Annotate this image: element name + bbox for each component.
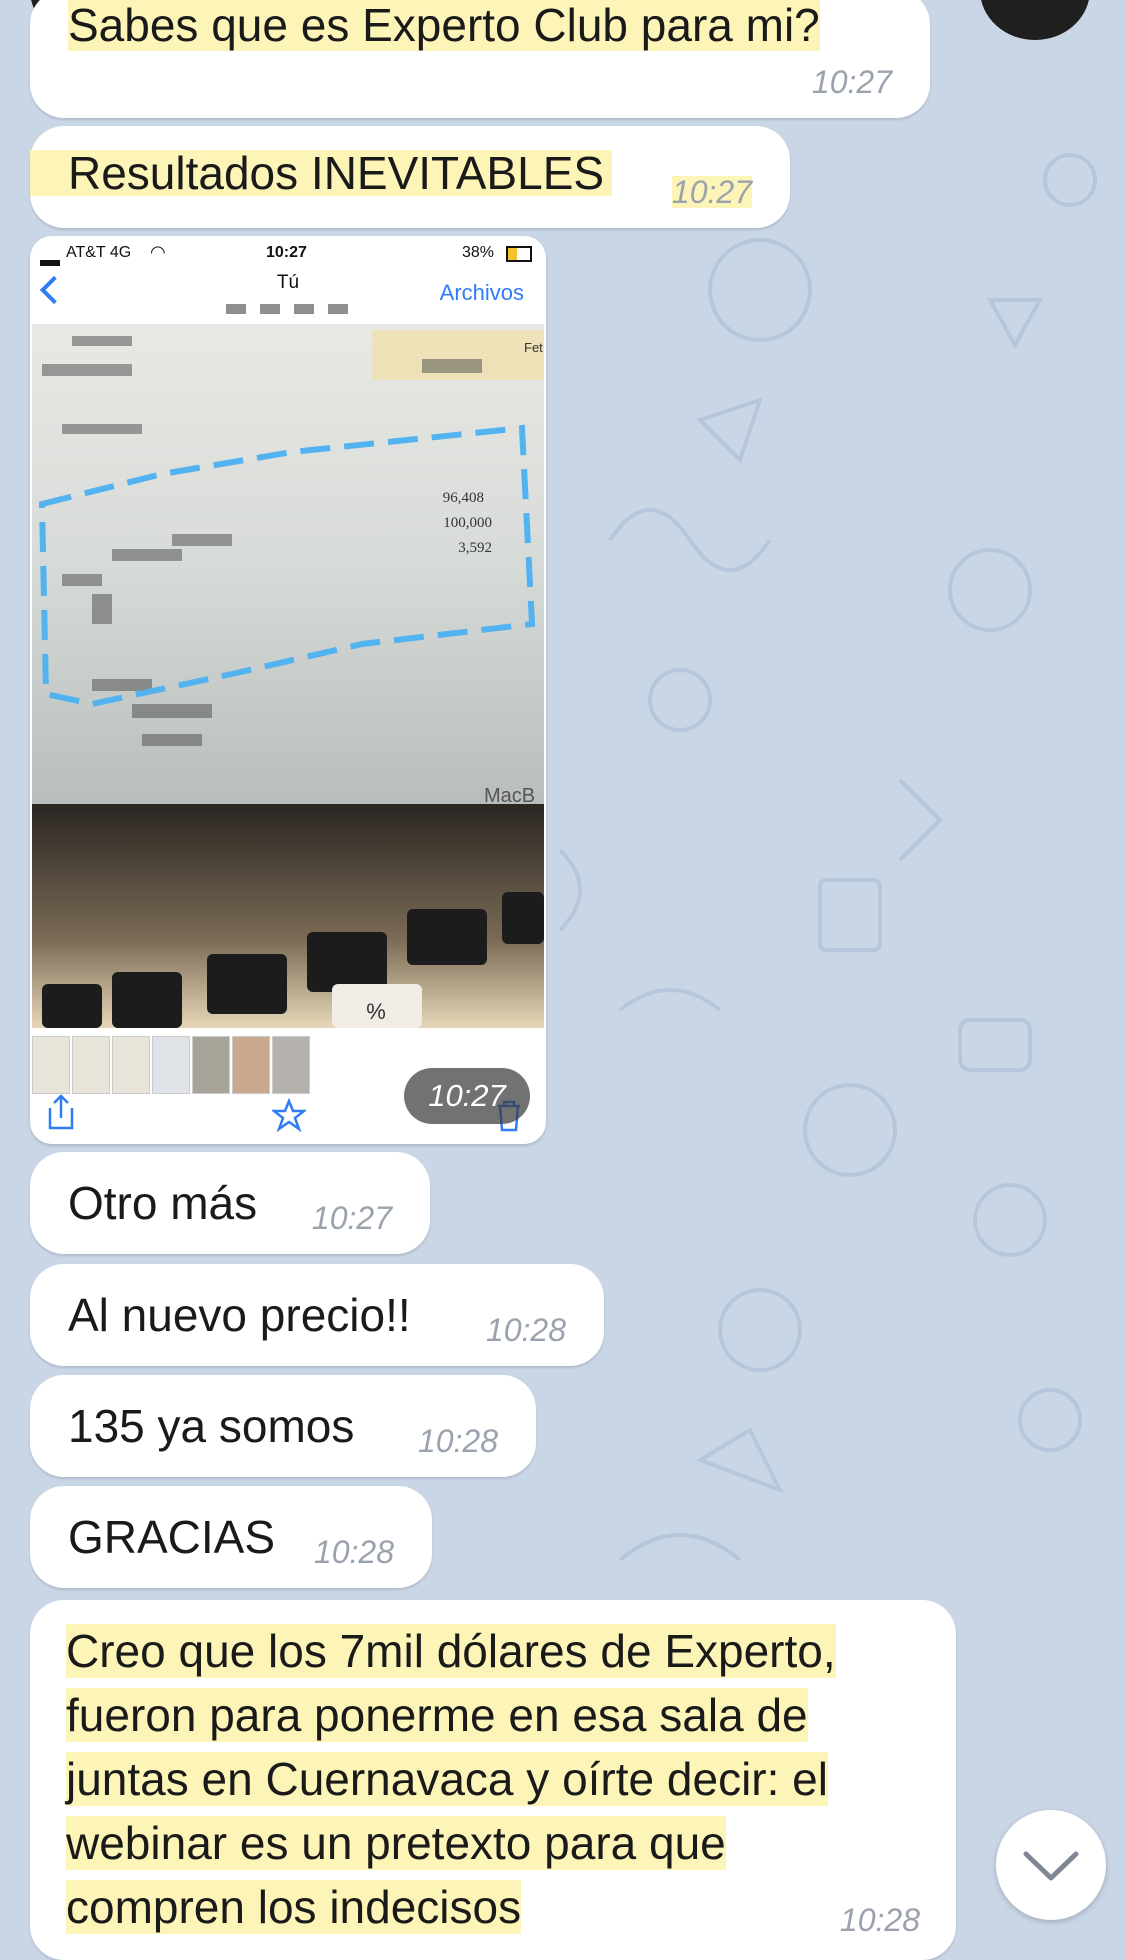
message-text: Al nuevo precio!! bbox=[68, 1289, 411, 1341]
phone-subtitle-blur bbox=[226, 304, 356, 314]
wifi-icon: ◠ bbox=[150, 242, 166, 262]
message-text: Otro más bbox=[68, 1177, 258, 1229]
photo-message[interactable]: AT&T 4G ◠ 10:27 38% Tú Archivos 96,408 1… bbox=[30, 236, 546, 1144]
value-2: 100,000 bbox=[443, 515, 492, 531]
message-time: 10:27 bbox=[811, 64, 892, 100]
thumbnail[interactable] bbox=[112, 1036, 150, 1094]
photo-time: 10:27 bbox=[404, 1068, 530, 1124]
svg-text:%: % bbox=[366, 999, 386, 1024]
brand-label: MacB bbox=[484, 785, 535, 807]
phone-status-bar: AT&T 4G ◠ 10:27 38% bbox=[30, 242, 546, 272]
message-text: 135 ya somos bbox=[68, 1400, 355, 1452]
signal-icon bbox=[40, 250, 60, 266]
value-3: 3,592 bbox=[458, 540, 492, 556]
message-text: GRACIAS bbox=[68, 1511, 276, 1563]
message-line: fueron para ponerme en esa sala de bbox=[66, 1688, 808, 1742]
carrier-label: AT&T 4G bbox=[66, 244, 132, 261]
message-bubble[interactable]: Al nuevo precio!! 10:28 bbox=[30, 1264, 604, 1366]
message-time: 10:28 bbox=[417, 1423, 498, 1459]
message-time: 10:28 bbox=[485, 1312, 566, 1348]
star-icon[interactable] bbox=[272, 1098, 306, 1132]
message-bubble[interactable]: 135 ya somos 10:28 bbox=[30, 1375, 536, 1477]
message-bubble-long[interactable]: Creo que los 7mil dólares de Experto, fu… bbox=[30, 1600, 956, 1960]
thumbnail[interactable] bbox=[72, 1036, 110, 1094]
message-time: 10:28 bbox=[313, 1534, 394, 1570]
message-text: Resultados INEVITABLES bbox=[30, 150, 613, 196]
battery-icon bbox=[506, 246, 532, 262]
photo-content: 96,408 100,000 3,592 MacB Fet % bbox=[32, 324, 544, 1028]
scroll-down-button[interactable] bbox=[996, 1810, 1106, 1920]
battery-label: 38% bbox=[462, 244, 495, 261]
thumbnail[interactable] bbox=[232, 1036, 270, 1094]
phone-clock: 10:27 bbox=[266, 244, 307, 261]
fet-label: Fet bbox=[524, 340, 543, 355]
message-text: Sabes que es Experto Club para mi? bbox=[68, 0, 820, 51]
thumbnail[interactable] bbox=[192, 1036, 230, 1094]
chevron-down-icon bbox=[1023, 1851, 1079, 1881]
thumbnail[interactable] bbox=[272, 1036, 310, 1094]
message-line: Creo que los 7mil dólares de Experto, bbox=[66, 1624, 836, 1678]
thumbnail[interactable] bbox=[152, 1036, 190, 1094]
message-time: 10:27 bbox=[671, 174, 752, 210]
value-1: 96,408 bbox=[443, 490, 484, 506]
thumbnail[interactable] bbox=[32, 1036, 70, 1094]
message-bubble[interactable]: Resultados INEVITABLES 10:27 bbox=[30, 126, 790, 228]
message-bubble[interactable]: GRACIAS 10:28 bbox=[30, 1486, 432, 1588]
message-line: compren los indecisos bbox=[66, 1880, 522, 1934]
message-bubble[interactable]: Sabes que es Experto Club para mi? 10:27 bbox=[30, 0, 930, 118]
message-time: 10:28 bbox=[839, 1902, 920, 1938]
share-icon[interactable] bbox=[46, 1092, 76, 1132]
message-line: juntas en Cuernavaca y oírte decir: el bbox=[66, 1752, 828, 1806]
message-time: 10:27 bbox=[311, 1200, 392, 1236]
files-link[interactable]: Archivos bbox=[440, 280, 524, 306]
message-line: webinar es un pretexto para que bbox=[66, 1816, 726, 1870]
message-bubble[interactable]: Otro más 10:27 bbox=[30, 1152, 430, 1254]
